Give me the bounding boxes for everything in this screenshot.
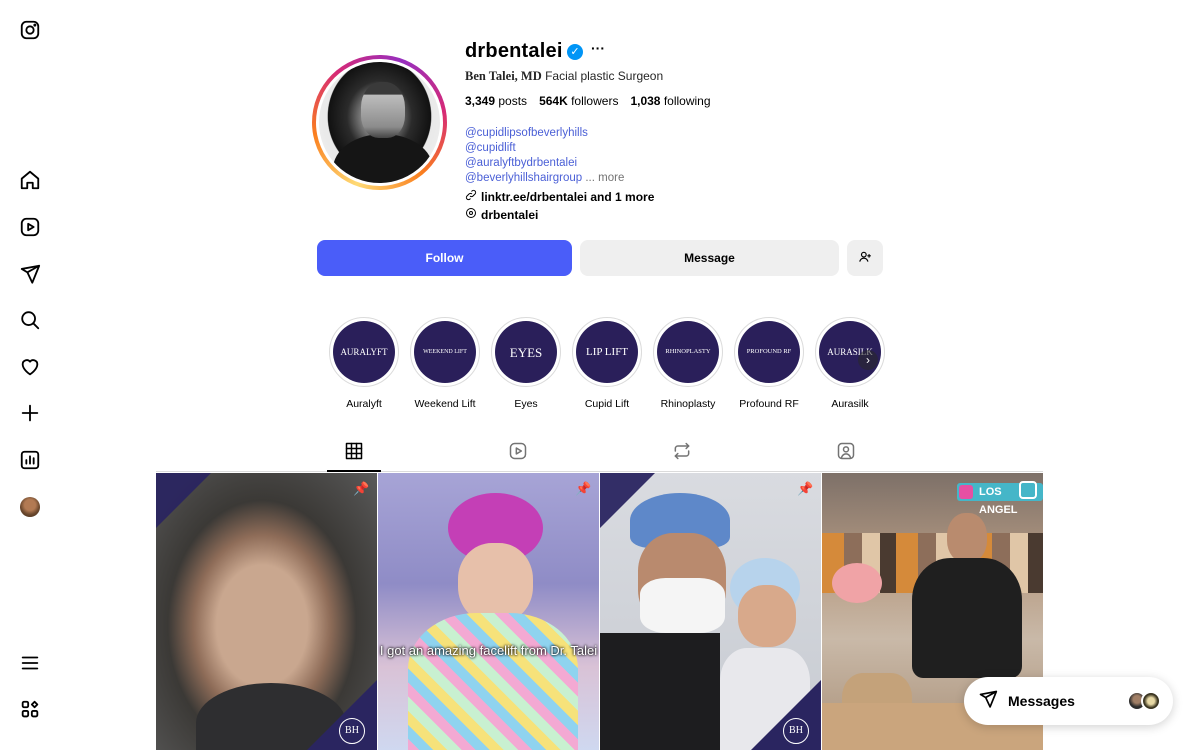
- tab-tagged[interactable]: [835, 442, 857, 464]
- add-user-icon: [858, 250, 872, 267]
- pin-icon: 📌: [575, 481, 592, 496]
- search-icon[interactable]: [18, 308, 42, 332]
- external-link-text: linktr.ee/drbentalei and 1 more: [481, 189, 655, 204]
- posts-stat: 3,349 posts: [465, 94, 528, 108]
- profile-avatar[interactable]: [18, 495, 42, 519]
- messages-button[interactable]: Messages: [964, 677, 1173, 725]
- highlight-cover: RHINOPLASTY: [657, 321, 719, 383]
- bio-mention-link[interactable]: @beverlyhillshairgroup: [465, 172, 582, 184]
- tagged-icon: [836, 441, 856, 466]
- tab-reposts[interactable]: [671, 442, 693, 464]
- highlight-cover: WEEKEND LIFT: [414, 321, 476, 383]
- highlight-cover: LIP LIFT: [576, 321, 638, 383]
- verified-badge-icon: ✓: [567, 44, 583, 60]
- external-link[interactable]: linktr.ee/drbentalei and 1 more: [465, 189, 654, 204]
- explore-icon[interactable]: [18, 262, 42, 286]
- following-stat[interactable]: 1,038 following: [630, 94, 710, 108]
- highlight-label: Auralyft: [346, 398, 382, 410]
- post-tile[interactable]: BH 📌: [600, 473, 821, 750]
- highlight-cupid-lift[interactable]: LIP LIFT Cupid Lift: [572, 317, 642, 410]
- bio-mention-link[interactable]: @auralyftbydrbentalei: [465, 156, 624, 171]
- bio-last-line: @beverlyhillshairgroup ... more: [465, 171, 624, 186]
- highlight-cover: AURALYFT: [333, 321, 395, 383]
- highlight-label: Weekend Lift: [414, 398, 476, 410]
- profile-avatar-ring[interactable]: [312, 55, 447, 190]
- left-nav: [0, 0, 60, 750]
- highlight-cover: EYES: [495, 321, 557, 383]
- reposts-icon: [672, 441, 692, 466]
- meta-apps-icon[interactable]: [18, 698, 42, 722]
- dashboard-icon[interactable]: [18, 448, 42, 472]
- avatar: [20, 497, 40, 517]
- tab-reels[interactable]: [507, 442, 529, 464]
- reels-icon[interactable]: [18, 215, 42, 239]
- post-tile[interactable]: I got an amazing facelift from Dr. Talei…: [378, 473, 599, 750]
- avatar: [1141, 691, 1161, 711]
- options-button[interactable]: ···: [591, 40, 605, 56]
- post-tile[interactable]: BH 📌: [156, 473, 377, 750]
- reels-tab-icon: [508, 441, 528, 466]
- send-icon: [978, 689, 998, 714]
- followers-stat[interactable]: 564K followers: [539, 94, 618, 108]
- highlight-label: Aurasilk: [831, 398, 869, 410]
- highlight-weekend-lift[interactable]: WEEKEND LIFT Weekend Lift: [410, 317, 480, 410]
- bio: @cupidlipsofbeverlyhills @cupidlift @aur…: [465, 126, 624, 186]
- reel-indicator-icon: [1019, 481, 1037, 499]
- pin-icon: 📌: [797, 481, 814, 496]
- highlight-label: Cupid Lift: [584, 398, 630, 410]
- highlight-label: Eyes: [514, 398, 538, 410]
- threads-icon: [465, 207, 477, 222]
- highlight-rhinoplasty[interactable]: RHINOPLASTY Rhinoplasty: [653, 317, 723, 410]
- profile-stats: 3,349 posts 564K followers 1,038 followi…: [465, 94, 711, 108]
- active-tab-indicator: [327, 470, 381, 472]
- tabs-divider: [156, 471, 1043, 472]
- highlight-cover: PROFOUND RF: [738, 321, 800, 383]
- profile-category: Facial plastic Surgeon: [545, 69, 664, 83]
- bio-mention-link[interactable]: @cupidlipsofbeverlyhills: [465, 126, 624, 141]
- pin-icon: 📌: [353, 481, 370, 496]
- highlight-auralyft[interactable]: AURALYFT Auralyft: [329, 317, 399, 410]
- threads-handle: drbentalei: [481, 207, 539, 222]
- link-icon: [465, 189, 477, 204]
- highlight-label: Profound RF: [739, 398, 799, 410]
- profile-full-name: Ben Talei, MD: [465, 69, 542, 83]
- highlights-next-button[interactable]: ›: [858, 350, 878, 370]
- messages-label: Messages: [1008, 693, 1075, 709]
- post-caption: I got an amazing facelift from Dr. Talei: [379, 643, 598, 658]
- bio-mention-link[interactable]: @cupidlift: [465, 141, 624, 156]
- message-button[interactable]: Message: [580, 240, 839, 276]
- bio-more-link[interactable]: ... more: [585, 172, 624, 184]
- instagram-icon[interactable]: [18, 18, 42, 42]
- highlight-eyes[interactable]: EYES Eyes: [491, 317, 561, 410]
- follow-button[interactable]: Follow: [317, 240, 572, 276]
- profile-name-line: Ben Talei, MD Facial plastic Surgeon: [465, 69, 663, 84]
- home-icon[interactable]: [18, 168, 42, 192]
- bh-logo: BH: [783, 718, 809, 744]
- profile-username: drbentalei: [465, 40, 563, 62]
- more-menu-icon[interactable]: [18, 651, 42, 675]
- suggested-users-button[interactable]: [847, 240, 883, 276]
- heart-icon[interactable]: [18, 355, 42, 379]
- create-icon[interactable]: [18, 401, 42, 425]
- highlight-profound-rf[interactable]: PROFOUND RF Profound RF: [734, 317, 804, 410]
- bh-logo: BH: [339, 718, 365, 744]
- threads-link[interactable]: drbentalei: [465, 207, 538, 222]
- profile-photo: [319, 62, 440, 183]
- grid-icon: [344, 441, 364, 466]
- highlight-label: Rhinoplasty: [660, 398, 716, 410]
- tab-posts[interactable]: [343, 442, 365, 464]
